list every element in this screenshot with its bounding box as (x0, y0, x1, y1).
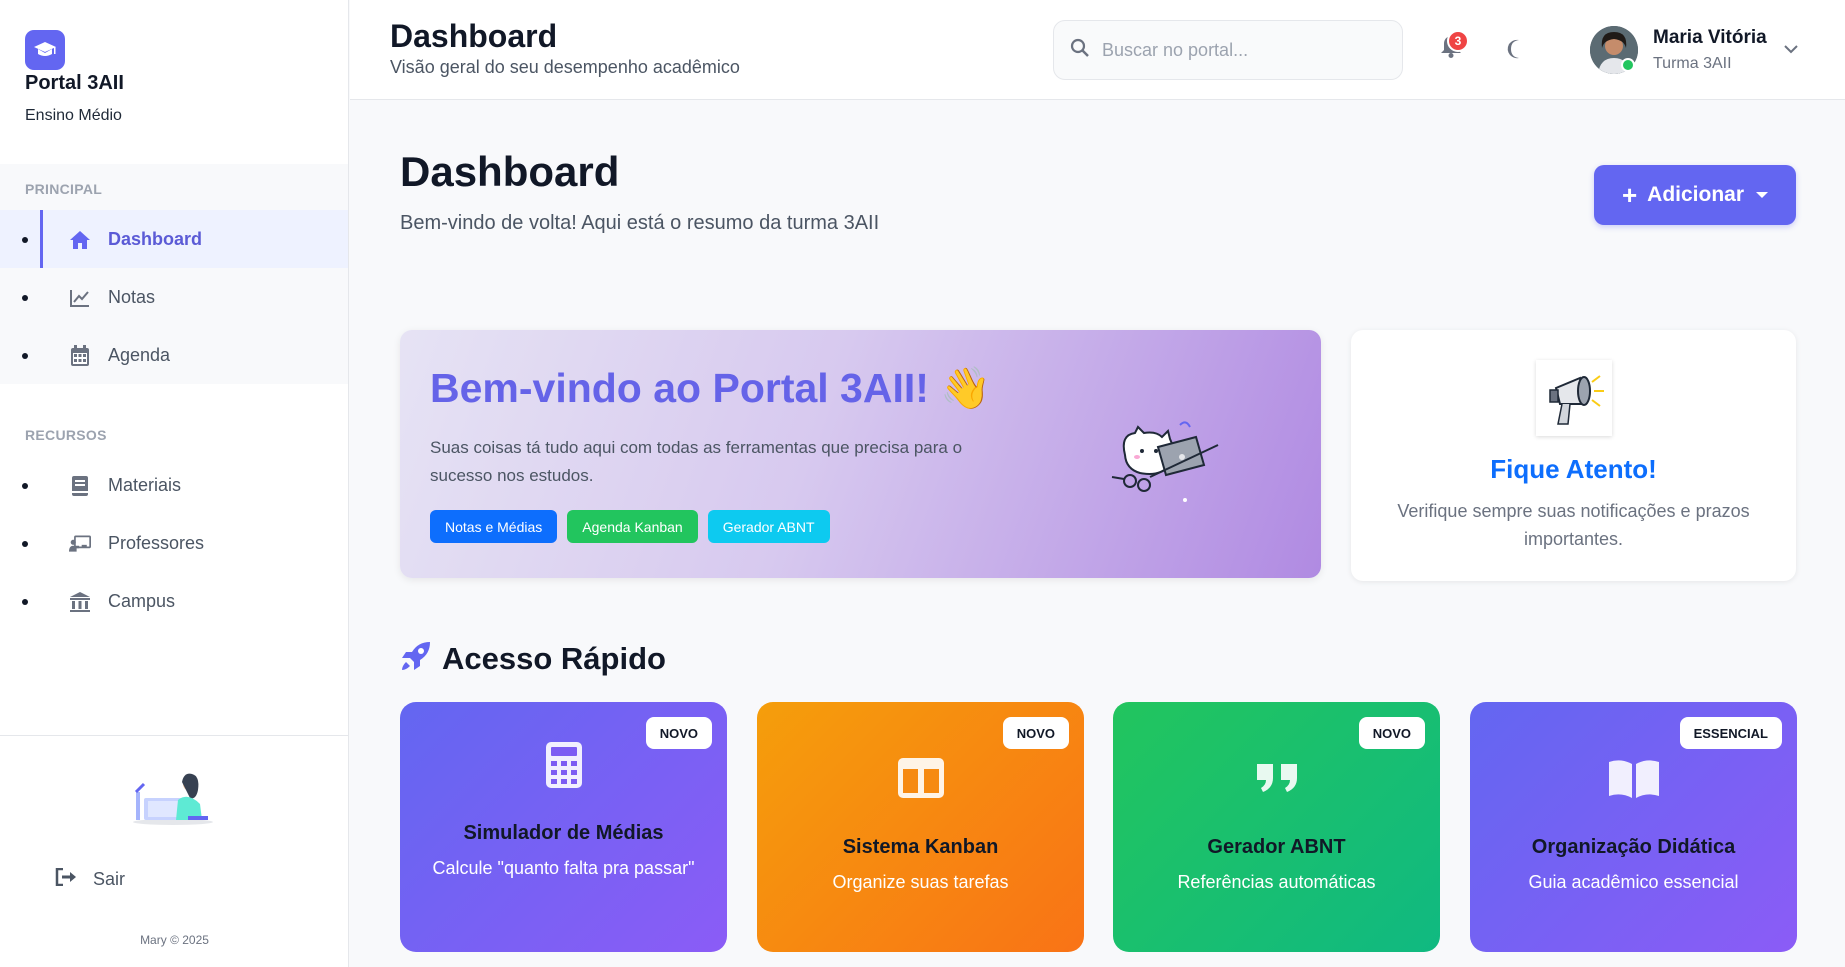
search-input[interactable] (1102, 39, 1382, 61)
bullet (22, 295, 28, 301)
sidebar-item-label: Campus (108, 590, 176, 611)
bullet (22, 599, 28, 605)
home-icon (69, 229, 91, 251)
quick-access-heading: Acesso Rápido (400, 640, 666, 677)
cat-laptop-illustration (1100, 405, 1220, 505)
sidebar-item-label: Professores (108, 532, 205, 553)
card-simulador-medias[interactable]: NOVO Simulador de Médias Calcule "quanto… (400, 702, 727, 952)
card-sistema-kanban[interactable]: NOVO Sistema Kanban Organize suas tarefa… (757, 702, 1084, 952)
university-icon (69, 591, 91, 613)
nav-section-principal: PRINCIPAL Dashboard Notas Agenda (0, 164, 348, 410)
welcome-tags: Notas e Médias Agenda Kanban Gerador ABN… (430, 510, 840, 543)
caret-down-icon (1756, 192, 1769, 198)
book-icon (69, 475, 91, 497)
main-subtitle: Bem-vindo de volta! Aqui está o resumo d… (400, 212, 880, 234)
sidebar-item-dashboard[interactable]: Dashboard (0, 210, 348, 268)
main-title: Dashboard (400, 148, 620, 195)
card-description: Referências automáticas (1177, 872, 1376, 892)
page-title: Dashboard (390, 18, 558, 54)
welcome-card: Bem-vindo ao Portal 3AII! 👋 Suas coisas … (400, 330, 1321, 578)
nav-heading-recursos: RECURSOS (25, 427, 107, 443)
sidebar-item-professores[interactable]: Professores (0, 514, 348, 572)
notice-text: Verifique sempre suas notificações e pra… (1397, 501, 1750, 549)
card-badge: NOVO (1002, 717, 1069, 749)
nav-heading-principal: PRINCIPAL (25, 181, 103, 197)
chart-line-icon (69, 287, 91, 309)
topbar: Dashboard Visão geral do seu desempenho … (350, 0, 1845, 100)
bullet (22, 541, 28, 547)
notification-badge: 3 (1447, 30, 1469, 52)
sidebar-item-agenda[interactable]: Agenda (0, 326, 348, 384)
sidebar-item-label: Materiais (108, 474, 182, 495)
card-description: Guia acadêmico essencial (1528, 872, 1739, 892)
sidebar-item-label: Notas (108, 286, 156, 307)
card-title: Sistema Kanban (842, 836, 999, 858)
card-title: Gerador ABNT (1207, 836, 1346, 858)
plus-icon: + (1621, 179, 1638, 210)
sidebar-footer: Sair Mary © 2025 (0, 735, 349, 967)
sidebar-item-materiais[interactable]: Materiais (0, 456, 348, 514)
card-description: Organize suas tarefas (832, 872, 1009, 892)
search-icon (1070, 38, 1090, 63)
add-button[interactable]: + Adicionar (1594, 165, 1796, 225)
quick-access-title: Acesso Rápido (442, 640, 666, 676)
welcome-title: Bem-vindo ao Portal 3AII! 👋 (430, 365, 992, 411)
card-badge: ESSENCIAL (1679, 717, 1782, 749)
brand-title: Portal 3AII (25, 72, 124, 94)
dark-mode-toggle-icon[interactable] (1505, 38, 1527, 60)
calculator-icon (400, 742, 727, 788)
notice-title: Fique Atento! (1490, 454, 1657, 484)
bullet (22, 353, 28, 359)
brand-subtitle: Ensino Médio (25, 107, 122, 124)
notice-card: Fique Atento! Verifique sempre suas noti… (1351, 330, 1796, 581)
sidebar-item-campus[interactable]: Campus (0, 572, 348, 630)
calendar-icon (69, 345, 91, 367)
megaphone-icon (1536, 360, 1612, 436)
card-title: Organização Didática (1531, 836, 1736, 858)
bullet (22, 483, 28, 489)
add-button-label: Adicionar (1647, 183, 1745, 206)
columns-icon (757, 758, 1084, 798)
card-title: Simulador de Médias (463, 822, 664, 844)
tag-abnt[interactable]: Gerador ABNT (707, 510, 830, 543)
card-badge: NOVO (1358, 717, 1425, 749)
user-class: Turma 3AII (1653, 55, 1732, 72)
tag-notas[interactable]: Notas e Médias (430, 510, 558, 543)
online-status-dot (1621, 58, 1635, 72)
graduation-cap-icon (25, 30, 65, 70)
copyright: Mary © 2025 (140, 933, 209, 947)
sidebar-item-label: Dashboard (108, 228, 203, 249)
page-subtitle: Visão geral do seu desempenho acadêmico (390, 57, 740, 77)
search-box[interactable] (1053, 20, 1403, 80)
rocket-icon (400, 640, 432, 677)
open-book-icon (1470, 758, 1797, 800)
sign-out-icon (55, 867, 77, 891)
chevron-down-icon[interactable] (1782, 40, 1800, 58)
quote-icon (1113, 762, 1440, 792)
nav-section-recursos: RECURSOS Materiais Professores Campus (0, 410, 348, 630)
logout-button[interactable]: Sair (55, 867, 126, 891)
sidebar: Portal 3AII Ensino Médio PRINCIPAL Dashb… (0, 0, 349, 967)
student-illustration (130, 770, 216, 826)
user-name: Maria Vitória (1653, 27, 1767, 48)
card-gerador-abnt[interactable]: NOVO Gerador ABNT Referências automática… (1113, 702, 1440, 952)
logout-label: Sair (93, 869, 126, 889)
sidebar-item-notas[interactable]: Notas (0, 268, 348, 326)
card-description: Calcule "quanto falta pra passar" (432, 858, 695, 878)
card-organizacao-didatica[interactable]: ESSENCIAL Organização Didática Guia acad… (1470, 702, 1797, 952)
tag-agenda[interactable]: Agenda Kanban (567, 510, 698, 543)
brand: Portal 3AII Ensino Médio (0, 0, 348, 164)
chalkboard-teacher-icon (69, 533, 91, 555)
sidebar-item-label: Agenda (108, 344, 171, 365)
bullet (22, 237, 28, 243)
welcome-text: Suas coisas tá tudo aqui com todas as fe… (430, 438, 963, 485)
